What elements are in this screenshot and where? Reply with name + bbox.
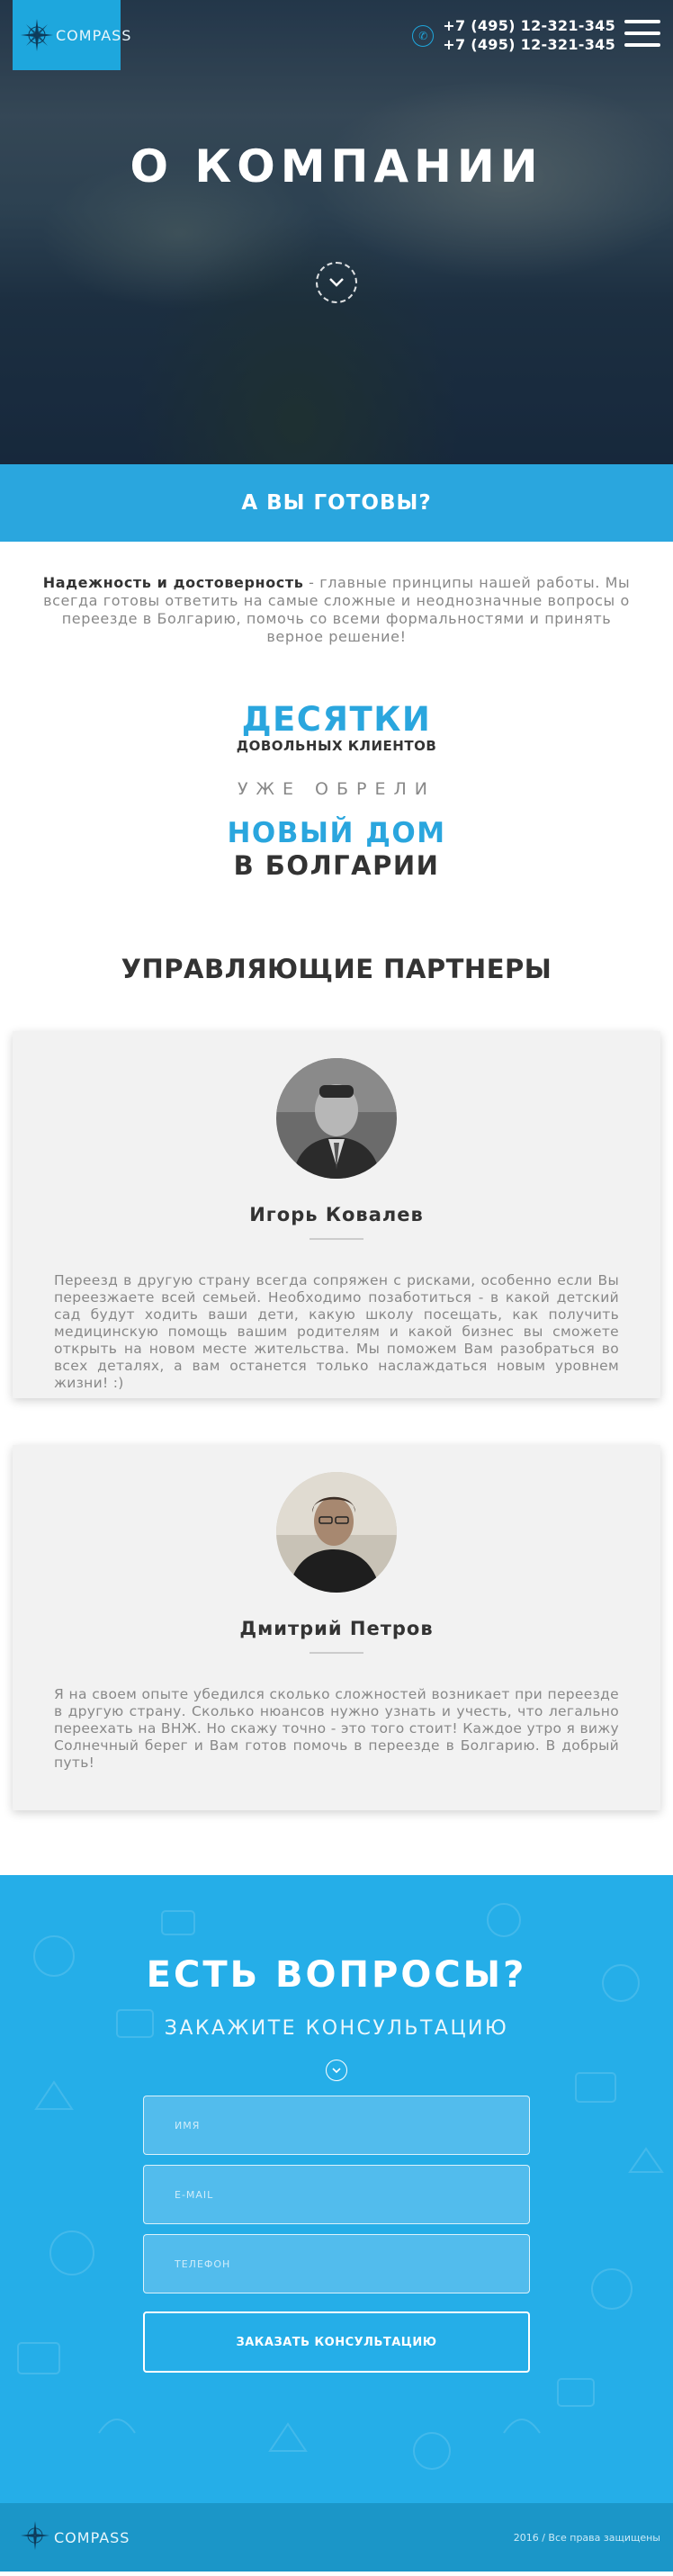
stat-subline-2: В БОЛГАРИИ <box>233 850 440 881</box>
compass-star-icon <box>20 2520 50 2554</box>
questions-subtitle: ЗАКАЖИТЕ КОНСУЛЬТАЦИЮ <box>164 2017 509 2040</box>
hamburger-icon[interactable] <box>624 20 660 47</box>
stat-subline: ДОВОЛЬНЫХ КЛИЕНТОВ <box>236 738 437 754</box>
ready-title: А ВЫ ГОТОВЫ? <box>241 491 432 515</box>
avatar <box>276 1058 397 1179</box>
compass-star-icon <box>20 17 54 53</box>
partner-text: Я на своем опыте убедился сколько сложно… <box>54 1686 619 1771</box>
stat-headline: ДЕСЯТКИ <box>241 700 432 739</box>
hero-section: COMPASS ✆ +7 (495) 12-321-345 +7 (495) 1… <box>0 0 673 464</box>
order-consultation-button[interactable]: ЗАКАЗАТЬ КОНСУЛЬТАЦИЮ <box>143 2311 530 2373</box>
name-input[interactable] <box>143 2096 530 2155</box>
intro-bold: Надежность и достоверность <box>42 574 304 591</box>
chevron-down-icon[interactable] <box>316 262 357 303</box>
partner-card: Дмитрий Петров Я на своем опыте убедился… <box>13 1445 660 1810</box>
copyright: 2016 / Все права защищены <box>513 2531 660 2544</box>
phone-number-1[interactable]: +7 (495) 12-321-345 <box>443 16 615 35</box>
ready-banner: А ВЫ ГОТОВЫ? <box>0 464 673 542</box>
phone-icon: ✆ <box>412 25 435 47</box>
page-title: О КОМПАНИИ <box>130 140 543 193</box>
logo-text: COMPASS <box>56 26 132 44</box>
stat-headline-2: НОВЫЙ ДОМ <box>227 817 446 849</box>
intro-text: Надежность и достоверность - главные при… <box>0 542 673 646</box>
partners-title: УПРАВЛЯЮЩИЕ ПАРТНЕРЫ <box>121 954 552 984</box>
footer-logo[interactable]: COMPASS <box>20 2520 130 2554</box>
email-input[interactable] <box>143 2165 530 2224</box>
footer: COMPASS 2016 / Все права защищены <box>0 2503 673 2572</box>
stats-block: ДЕСЯТКИ ДОВОЛЬНЫХ КЛИЕНТОВ УЖЕ ОБРЕЛИ НО… <box>0 702 673 882</box>
stat-connector: УЖЕ ОБРЕЛИ <box>237 779 436 799</box>
partner-name: Дмитрий Петров <box>239 1618 434 1639</box>
logo[interactable]: COMPASS <box>13 0 130 70</box>
header-phones: ✆ +7 (495) 12-321-345 +7 (495) 12-321-34… <box>412 16 615 54</box>
partner-card: Игорь Ковалев Переезд в другую страну вс… <box>13 1031 660 1398</box>
partner-text: Переезд в другую страну всегда сопряжен … <box>54 1272 619 1391</box>
phone-input[interactable] <box>143 2234 530 2293</box>
phone-number-2[interactable]: +7 (495) 12-321-345 <box>443 35 615 54</box>
consultation-form: ЗАКАЗАТЬ КОНСУЛЬТАЦИЮ <box>143 2096 530 2373</box>
avatar <box>276 1472 397 1593</box>
divider <box>310 1238 363 1240</box>
footer-logo-text: COMPASS <box>54 2528 130 2546</box>
questions-section: ЕСТЬ ВОПРОСЫ? ЗАКАЖИТЕ КОНСУЛЬТАЦИЮ ЗАКА… <box>0 1875 673 2503</box>
questions-title: ЕСТЬ ВОПРОСЫ? <box>146 1954 527 1996</box>
partner-name: Игорь Ковалев <box>249 1204 424 1225</box>
divider <box>310 1652 363 1654</box>
chevron-down-icon <box>326 2060 347 2081</box>
